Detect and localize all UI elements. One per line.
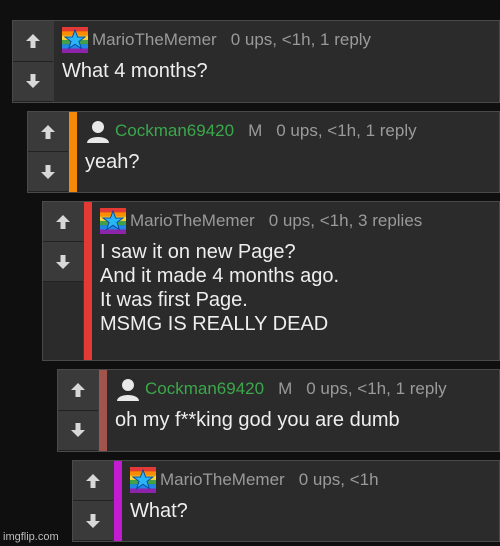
reply-thread-stripe [99, 370, 107, 451]
arrow-down-icon [86, 513, 100, 528]
mod-badge: M [278, 379, 293, 398]
arrow-down-icon [26, 74, 40, 89]
upvote-button[interactable] [43, 202, 83, 242]
downvote-button[interactable] [28, 152, 68, 192]
upvote-button[interactable] [73, 461, 113, 501]
username-link[interactable]: MarioTheMemer [160, 470, 285, 490]
arrow-up-icon [71, 382, 85, 397]
upvote-button[interactable] [13, 21, 53, 62]
mod-badge: M [248, 121, 263, 140]
comment-text: yeah? [85, 151, 140, 173]
downvote-button[interactable] [43, 242, 83, 282]
reply-thread-stripe [69, 112, 77, 192]
rainbow-star-avatar-icon[interactable] [62, 27, 88, 53]
comment-card: MarioTheMemer 0 ups, <1h, 3 replies I sa… [42, 201, 500, 361]
arrow-up-icon [86, 473, 100, 488]
comment-text: What 4 months? [62, 60, 208, 82]
downvote-button[interactable] [58, 410, 98, 451]
arrow-up-icon [41, 124, 55, 139]
rainbow-star-avatar-icon[interactable] [100, 208, 126, 234]
username-link[interactable]: Cockman69420 [115, 121, 234, 141]
comment-text: I saw it on new Page? And it made 4 mont… [100, 241, 340, 335]
comment-stats: 0 ups, <1h, 1 reply [306, 379, 447, 398]
comment-card: MarioTheMemer 0 ups, <1h What? [72, 460, 500, 542]
comment-card: MarioTheMemer 0 ups, <1h, 1 reply What 4… [12, 20, 500, 103]
default-user-avatar-icon[interactable] [85, 118, 111, 144]
vote-controls [43, 202, 84, 360]
vote-controls [13, 21, 54, 102]
username-link[interactable]: MarioTheMemer [130, 211, 255, 231]
username-link[interactable]: Cockman69420 [145, 379, 264, 399]
username-link[interactable]: MarioTheMemer [92, 30, 217, 50]
comment-stats: 0 ups, <1h, 3 replies [268, 211, 423, 230]
comment-stats: 0 ups, <1h, 1 reply [276, 121, 417, 140]
comment-card: Cockman69420 M 0 ups, <1h, 1 reply yeah? [27, 111, 500, 193]
vote-controls [58, 370, 99, 451]
arrow-up-icon [26, 33, 40, 48]
downvote-button[interactable] [13, 61, 53, 102]
downvote-button[interactable] [73, 501, 113, 541]
default-user-avatar-icon[interactable] [115, 376, 141, 402]
reply-thread-stripe [84, 202, 92, 360]
comment-card: Cockman69420 M 0 ups, <1h, 1 reply oh my… [57, 369, 500, 452]
comment-stats: 0 ups, <1h [298, 470, 379, 489]
rainbow-star-avatar-icon[interactable] [130, 467, 156, 493]
arrow-down-icon [71, 423, 85, 438]
comment-stats: 0 ups, <1h, 1 reply [230, 30, 372, 49]
comment-text: What? [130, 500, 188, 522]
vote-controls [28, 112, 69, 192]
vote-controls [73, 461, 114, 541]
arrow-down-icon [41, 164, 55, 179]
arrow-down-icon [56, 254, 70, 269]
upvote-button[interactable] [58, 370, 98, 411]
upvote-button[interactable] [28, 112, 68, 152]
reply-thread-stripe [114, 461, 122, 541]
comment-text: oh my f**king god you are dumb [115, 409, 400, 431]
watermark: imgflip.com [3, 531, 59, 543]
arrow-up-icon [56, 214, 70, 229]
